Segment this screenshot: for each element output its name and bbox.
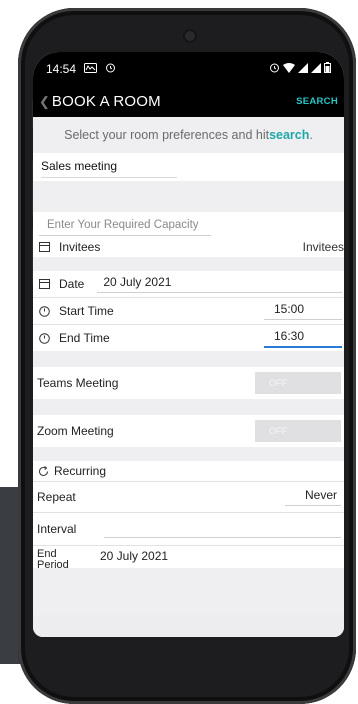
capacity-input[interactable]: Enter Your Required Capacity: [39, 219, 211, 236]
calendar-icon: [38, 279, 50, 289]
teams-meeting-label: Teams Meeting: [37, 376, 119, 390]
start-time-row: Start Time 15:00: [33, 298, 344, 324]
screen-bottom-bar: [33, 615, 344, 637]
end-period-row: End Period 20 July 2021: [33, 546, 344, 569]
meeting-name-input[interactable]: Sales meeting: [41, 159, 177, 178]
page-title: BOOK A ROOM: [51, 93, 161, 110]
capacity-row: Enter Your Required Capacity Invitees In…: [33, 212, 344, 257]
battery-icon: [324, 62, 331, 76]
clock-icon: [38, 332, 50, 344]
hint-prefix: Select your room preferences and hit: [64, 128, 270, 142]
date-input[interactable]: 20 July 2021: [97, 275, 342, 293]
recurring-section: Recurring Repeat Never Interval End Peri…: [33, 461, 344, 568]
signal-icon: [298, 62, 308, 76]
end-time-input[interactable]: 16:30: [264, 329, 342, 348]
hint-suffix: .: [309, 128, 313, 142]
date-label: Date: [59, 277, 85, 291]
teams-meeting-row: Teams Meeting OFF: [33, 367, 344, 399]
front-camera: [185, 31, 195, 41]
date-time-section: Date 20 July 2021 Start Time 15:00 End T…: [33, 271, 344, 351]
zoom-meeting-label: Zoom Meeting: [37, 424, 114, 438]
search-button[interactable]: SEARCH: [296, 96, 338, 107]
calendar-icon: [38, 242, 50, 252]
zoom-meeting-toggle[interactable]: OFF: [255, 420, 341, 442]
app-bar: ❮ BOOK A ROOM SEARCH: [33, 86, 344, 117]
repeat-label: Repeat: [37, 490, 76, 504]
wifi-icon: [283, 62, 295, 76]
status-bar: 14:54: [33, 52, 344, 86]
clock-icon: [38, 305, 50, 317]
repeat-row: Repeat Never: [33, 482, 344, 512]
meeting-name-row: Sales meeting: [33, 153, 344, 181]
start-time-label: Start Time: [59, 304, 114, 318]
hint-search-link[interactable]: search: [269, 128, 309, 142]
phone-screen: 14:54 ❮ BOOK A ROOM SEARCH Select your r…: [33, 52, 344, 637]
instruction-text: Select your room preferences and hit sea…: [33, 117, 344, 153]
invitees-label: Invitees: [59, 240, 101, 254]
interval-input[interactable]: [104, 520, 341, 538]
invitees-value[interactable]: Invitees: [303, 240, 344, 254]
invitees-row[interactable]: Invitees Invitees: [33, 237, 344, 257]
alarm-icon: [269, 62, 280, 76]
teams-meeting-toggle[interactable]: OFF: [255, 372, 341, 394]
recurring-label: Recurring: [54, 464, 107, 478]
start-time-input[interactable]: 15:00: [264, 302, 342, 320]
refresh-icon: [37, 465, 49, 477]
end-time-row: End Time 16:30: [33, 325, 344, 351]
signal-icon: [311, 62, 321, 76]
date-row: Date 20 July 2021: [33, 271, 344, 297]
interval-row: Interval: [33, 513, 344, 545]
end-time-label: End Time: [59, 331, 110, 345]
interval-label: Interval: [37, 522, 77, 536]
end-period-input[interactable]: 20 July 2021: [100, 549, 168, 563]
cast-icon: [84, 62, 98, 76]
status-time: 14:54: [46, 62, 77, 76]
end-period-label: End Period: [37, 548, 69, 569]
booking-form: Select your room preferences and hit sea…: [33, 117, 344, 637]
repeat-select[interactable]: Never: [284, 488, 341, 506]
back-chevron-icon[interactable]: ❮: [39, 94, 50, 110]
alarm-icon: [105, 62, 116, 76]
recurring-header[interactable]: Recurring: [33, 461, 344, 481]
zoom-meeting-row: Zoom Meeting OFF: [33, 415, 344, 447]
